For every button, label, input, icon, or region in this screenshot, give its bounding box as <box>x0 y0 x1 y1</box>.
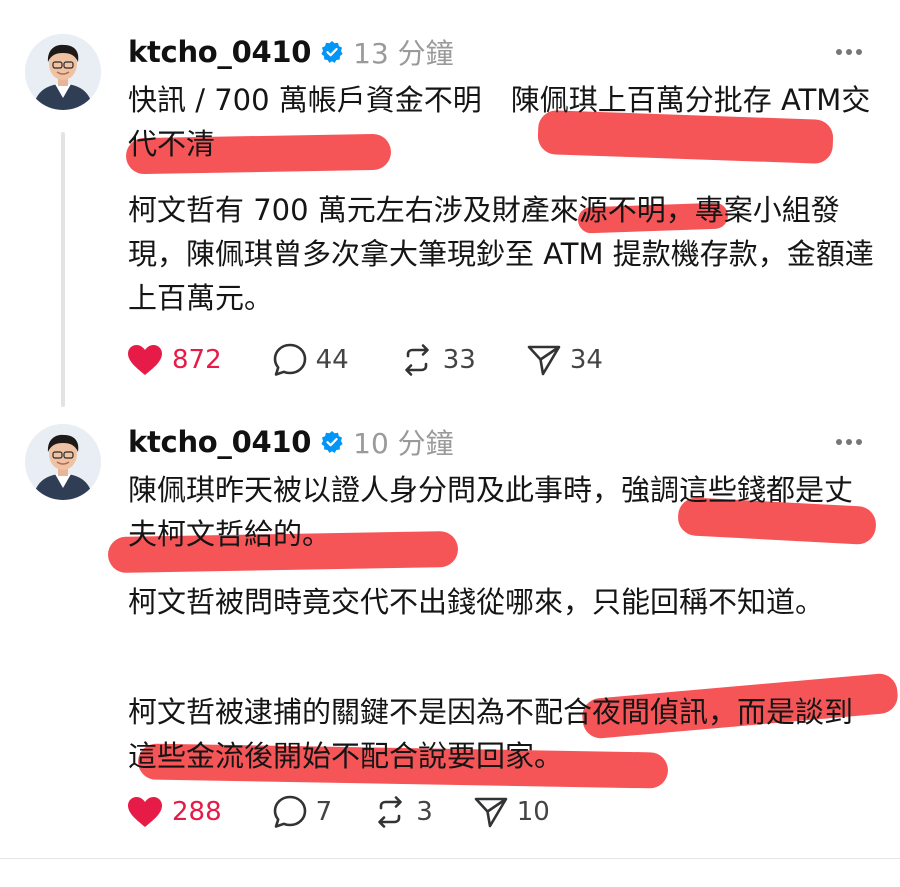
comment-button[interactable]: 44 <box>272 342 349 378</box>
comment-button[interactable]: 7 <box>272 794 333 830</box>
avatar-portrait-image <box>25 34 101 110</box>
post-header: ktcho_0410 10 分鐘 <box>128 420 454 464</box>
share-count: 34 <box>569 345 603 375</box>
comment-bubble-icon <box>273 343 306 376</box>
repost-icon <box>378 796 402 828</box>
thread-connector-line <box>61 132 65 407</box>
like-count: 288 <box>172 797 222 827</box>
comment-count: 44 <box>315 345 349 375</box>
repost-button[interactable]: 33 <box>399 342 476 378</box>
post-paragraph: 柯文哲有 700 萬元左右涉及財產來源不明，專案小組發現，陳佩琪曾多次拿大筆現鈔… <box>128 193 874 315</box>
post-paragraph: 柯文哲被問時竟交代不出錢從哪來，只能回稱不知道。 <box>128 585 825 619</box>
like-button[interactable]: 288 <box>126 795 222 829</box>
verified-badge-icon <box>321 431 343 453</box>
post-header: ktcho_0410 13 分鐘 <box>128 30 454 74</box>
username[interactable]: ktcho_0410 <box>128 425 311 459</box>
post-paragraph: 柯文哲被逮捕的關鍵不是因為不配合夜間偵訊，而是談到這些金流後開始不配合說要回家。 <box>128 695 854 773</box>
send-icon <box>527 345 561 376</box>
avatar-portrait-image <box>25 424 101 500</box>
comment-count: 7 <box>315 797 333 827</box>
repost-button[interactable]: 3 <box>372 794 433 830</box>
avatar[interactable] <box>25 424 101 500</box>
post-timestamp: 13 分鐘 <box>353 37 454 70</box>
repost-count: 33 <box>442 345 476 375</box>
repost-count: 3 <box>416 797 433 827</box>
post-actions: 288 7 3 10 <box>126 790 550 834</box>
thread-post: ktcho_0410 13 分鐘 快訊 / 700 萬帳戶資金不明 陳佩琪上百萬… <box>0 0 900 410</box>
like-button[interactable]: 872 <box>126 343 222 377</box>
repost-icon <box>404 344 429 376</box>
username[interactable]: ktcho_0410 <box>128 35 311 69</box>
post-timestamp: 10 分鐘 <box>353 427 454 460</box>
more-dots-icon[interactable] <box>832 428 866 456</box>
share-count: 10 <box>516 797 550 827</box>
share-button[interactable]: 34 <box>526 342 603 378</box>
verified-badge-icon <box>321 41 343 63</box>
heart-icon <box>128 345 162 375</box>
like-count: 872 <box>172 345 222 375</box>
avatar[interactable] <box>25 34 101 110</box>
post-paragraph: 陳佩琪昨天被以證人身分問及此事時，強調這些錢都是丈夫柯文哲給的。 <box>128 473 854 551</box>
heart-icon <box>128 797 162 827</box>
more-dots-icon[interactable] <box>832 38 866 66</box>
comment-bubble-icon <box>273 795 306 828</box>
share-button[interactable]: 10 <box>473 794 550 830</box>
send-icon <box>474 797 508 828</box>
post-actions: 872 44 33 34 <box>126 338 603 382</box>
post-paragraph: 快訊 / 700 萬帳戶資金不明 陳佩琪上百萬分批存 ATM交代不清 <box>128 83 871 161</box>
feed-divider <box>0 858 900 859</box>
thread-post: ktcho_0410 10 分鐘 陳佩琪昨天被以證人身分問及此事時，強調這些錢都… <box>0 410 900 860</box>
